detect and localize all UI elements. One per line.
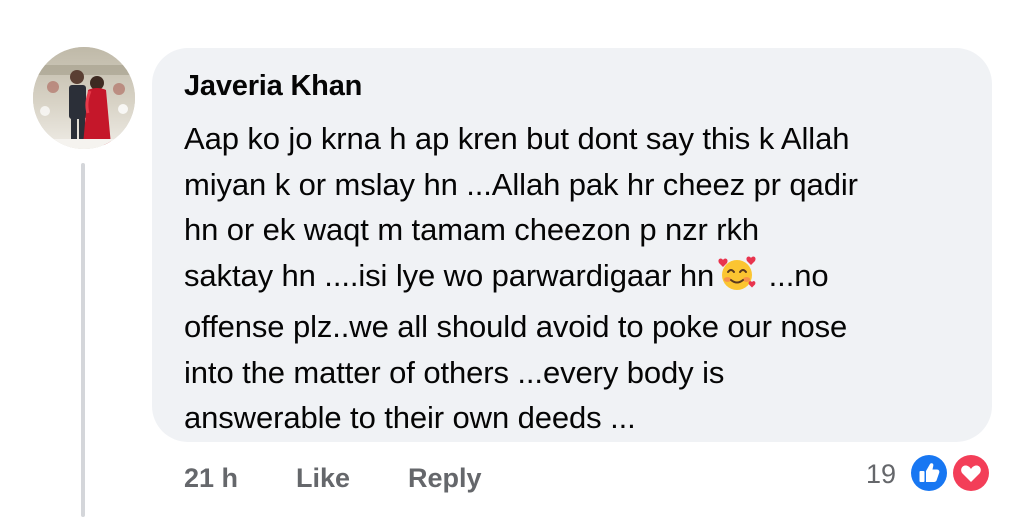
avatar-photo <box>33 47 135 149</box>
comment-timestamp[interactable]: 21 h <box>184 457 238 499</box>
love-reaction-icon <box>950 452 992 494</box>
reaction-count: 19 <box>866 459 897 489</box>
author-avatar[interactable] <box>33 47 135 149</box>
thread-line <box>81 163 85 517</box>
comment-text: Aap ko jo krna h ap kren but dont say th… <box>184 116 968 441</box>
smiling-face-with-hearts-emoji <box>717 254 757 305</box>
reply-button[interactable]: Reply <box>408 457 482 499</box>
author-name[interactable]: Javeria Khan <box>184 68 968 104</box>
like-button[interactable]: Like <box>296 457 350 499</box>
comment-bubble: Javeria Khan Aap ko jo krna h ap kren bu… <box>152 48 992 442</box>
like-reaction-icon <box>908 452 950 494</box>
